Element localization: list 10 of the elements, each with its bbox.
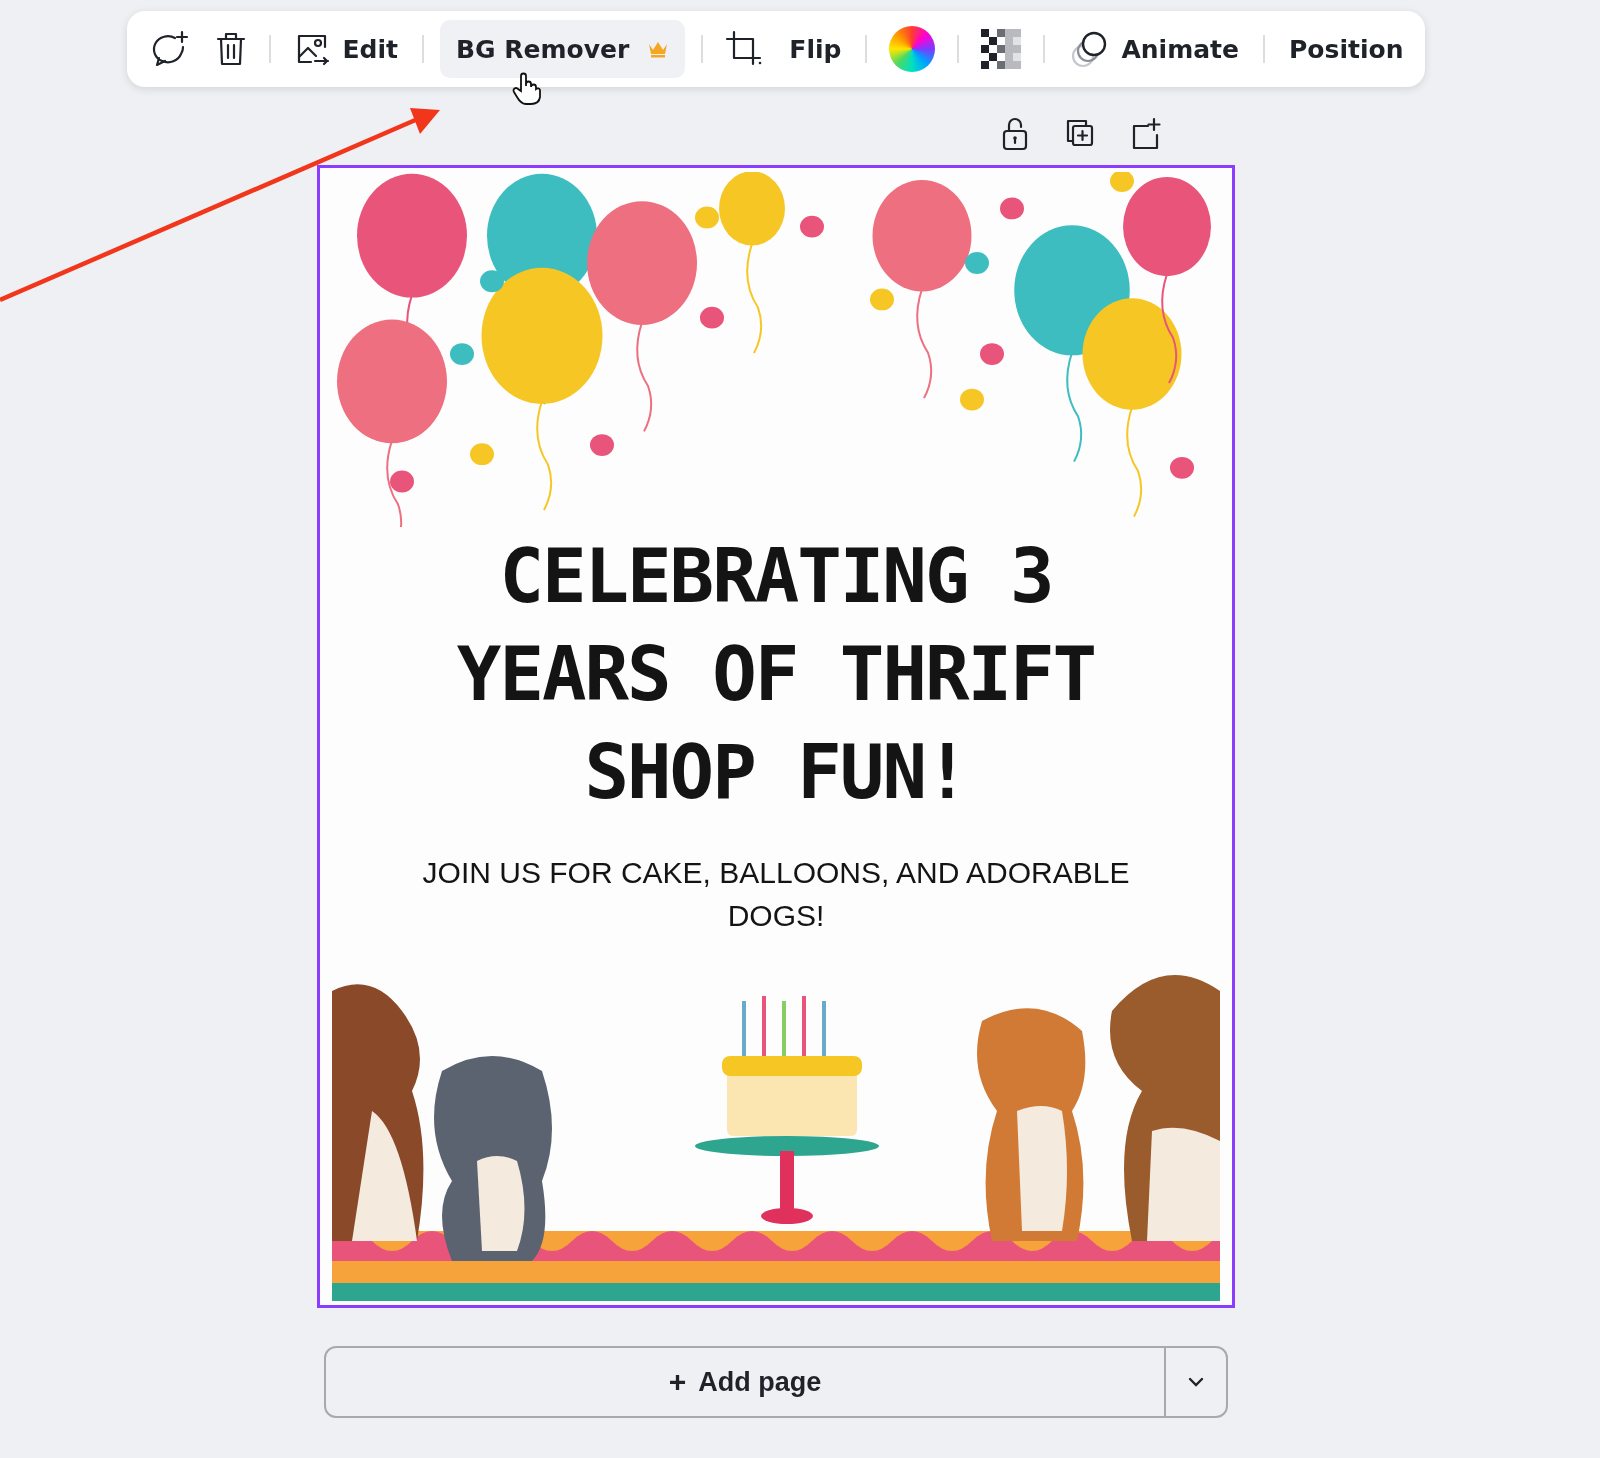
toolbar-button[interactable]: Position [1281,20,1412,78]
toolbar-button[interactable]: Flip [781,20,850,78]
design-page[interactable]: CELEBRATING 3 YEARS OF THRIFT SHOP FUN! JOIN US FOR CAKE, BALLOONS, AND ADORABLE DOGS! [317,165,1235,1308]
chevron-down-icon [1187,1376,1205,1388]
add-page-button[interactable]: + Add page [326,1348,1164,1416]
toolbar-button[interactable]: BG Remover [440,20,686,78]
design-subtitle: JOIN US FOR CAKE, BALLOONS, AND ADORABLE DOGS! [421,855,1131,934]
toolbar-button[interactable]: Animate [1061,20,1247,78]
toolbar-button[interactable]: Edit [286,20,407,78]
design-headline: CELEBRATING 3 YEARS OF THRIFT SHOP FUN! [455,532,1097,817]
